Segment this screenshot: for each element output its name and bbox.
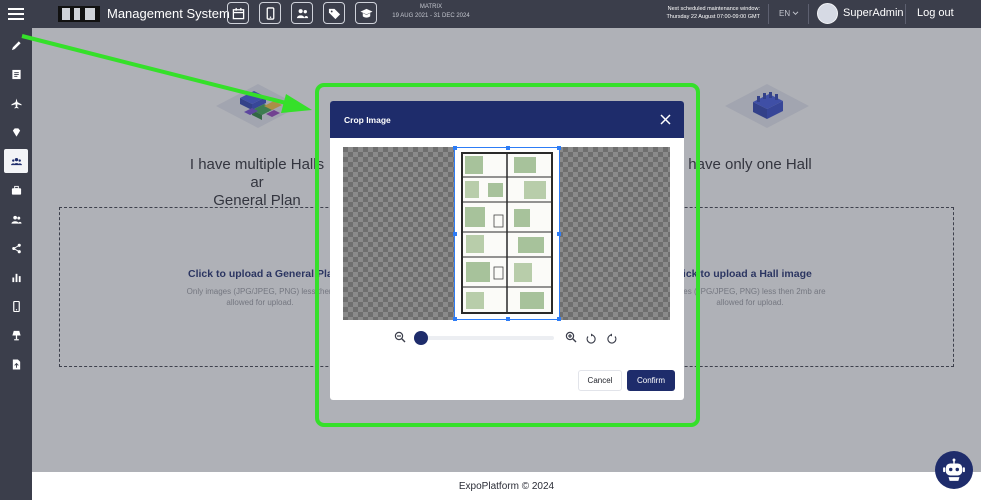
lamp-icon: [11, 330, 21, 340]
chatbot-button[interactable]: [935, 451, 973, 489]
sidebar-item-exhibitors[interactable]: [4, 178, 28, 202]
company-logo: [58, 6, 100, 22]
graduation-cap-icon: [359, 8, 373, 18]
education-button[interactable]: [355, 2, 377, 24]
footer: ExpoPlatform © 2024: [32, 472, 981, 500]
divider: [905, 4, 906, 24]
divider: [768, 4, 769, 24]
event-dates: 19 AUG 2021 - 31 DEC 2024: [392, 13, 470, 19]
mobile-icon: [12, 300, 20, 312]
diamond-icon: [12, 127, 20, 137]
calendar-button[interactable]: [227, 2, 249, 24]
people-icon: [296, 8, 308, 18]
logout-button[interactable]: Log out: [917, 7, 954, 19]
hamburger-menu-icon[interactable]: [8, 8, 24, 20]
maintenance-value: Thursday 22 August 07:00-09:00 GMT: [666, 14, 760, 20]
event-name: MATRIX: [419, 4, 443, 10]
sidebar-item-documents[interactable]: [4, 62, 28, 86]
sidebar-item-travel[interactable]: [4, 91, 28, 115]
pencil-icon: [11, 40, 21, 50]
user-name[interactable]: SuperAdmin: [843, 7, 904, 19]
share-icon: [11, 243, 21, 253]
avatar[interactable]: [817, 3, 838, 24]
plane-icon: [10, 97, 22, 109]
robot-icon: [943, 458, 965, 481]
divider: [808, 4, 809, 24]
sidebar-item-furniture[interactable]: [4, 323, 28, 347]
sidebar-item-halls[interactable]: [4, 149, 28, 173]
top-bar: Management System MATRIX 19 AUG 2021 - 3…: [0, 0, 981, 28]
maintenance-notice: Next scheduled maintenance window: Thurs…: [640, 5, 760, 21]
language-code: EN: [779, 9, 791, 18]
people-group-icon: [10, 157, 22, 165]
people-button[interactable]: [291, 2, 313, 24]
file-export-icon: [12, 358, 20, 370]
footer-copyright: ExpoPlatform © 2024: [458, 481, 555, 492]
sidebar-item-export[interactable]: [4, 352, 28, 376]
sidebar-item-sponsorship[interactable]: [4, 120, 28, 144]
bar-chart-icon: [11, 273, 21, 282]
users-icon: [10, 215, 22, 224]
calendar-icon: [232, 7, 244, 19]
event-selector[interactable]: MATRIX 19 AUG 2021 - 31 DEC 2024: [385, 3, 477, 21]
highlight-frame: [315, 83, 700, 427]
app-title: Management System: [107, 6, 230, 21]
sidebar: [0, 28, 32, 500]
chevron-down-icon: [793, 11, 799, 16]
document-icon: [11, 69, 21, 79]
maintenance-label: Next scheduled maintenance window:: [667, 6, 760, 12]
tag-button[interactable]: [323, 2, 345, 24]
sidebar-item-share[interactable]: [4, 236, 28, 260]
sidebar-item-edit[interactable]: [4, 33, 28, 57]
sidebar-item-analytics[interactable]: [4, 265, 28, 289]
sidebar-item-mobile[interactable]: [4, 294, 28, 318]
mobile-icon: [266, 6, 274, 20]
language-selector[interactable]: EN: [779, 9, 799, 18]
sidebar-item-users[interactable]: [4, 207, 28, 231]
tag-icon: [328, 8, 340, 19]
mobile-app-button[interactable]: [259, 2, 281, 24]
briefcase-icon: [11, 185, 21, 195]
